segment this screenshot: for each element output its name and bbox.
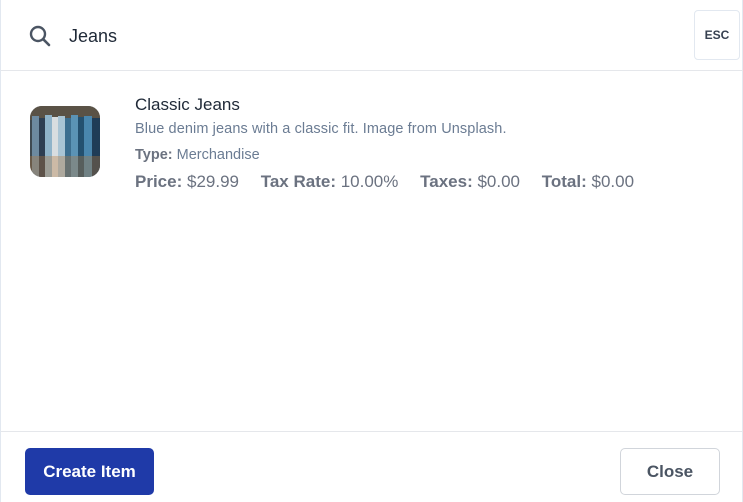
item-price-value: $29.99 [186, 172, 239, 191]
item-type-value: Merchandise [176, 147, 260, 163]
close-button[interactable]: Close [620, 448, 720, 495]
item-tax-rate-value: 10.00% [340, 172, 399, 191]
item-price-label: Price: [135, 172, 183, 191]
item-taxes-label: Taxes: [420, 172, 473, 191]
item-total-label: Total: [541, 172, 587, 191]
item-tax-rate-label: Tax Rate: [260, 172, 336, 191]
search-modal: ESC Classic Jeans Blue denim jeans with … [0, 0, 743, 502]
item-type-label: Type: [135, 147, 173, 163]
item-type: Type: Merchandise [135, 147, 260, 163]
create-item-button[interactable]: Create Item [25, 448, 154, 495]
item-price: Price: $29.99 [135, 172, 239, 192]
search-bar: ESC [1, 0, 743, 71]
item-total: Total: $0.00 [542, 172, 634, 192]
item-total-value: $0.00 [591, 172, 635, 191]
item-pricing-row: Price: $29.99 Tax Rate: 10.00% Taxes: $0… [135, 172, 651, 192]
item-taxes-value: $0.00 [477, 172, 521, 191]
esc-button[interactable]: ESC [694, 10, 740, 60]
result-item[interactable]: Classic Jeans Blue denim jeans with a cl… [1, 86, 743, 196]
item-name: Classic Jeans [135, 95, 240, 114]
modal-footer: Create Item Close [1, 431, 743, 502]
item-taxes: Taxes: $0.00 [420, 172, 520, 192]
item-tax-rate: Tax Rate: 10.00% [261, 172, 399, 192]
search-icon [28, 24, 52, 48]
search-input[interactable] [69, 20, 669, 52]
item-thumbnail [30, 106, 100, 177]
item-description: Blue denim jeans with a classic fit. Ima… [135, 121, 507, 137]
